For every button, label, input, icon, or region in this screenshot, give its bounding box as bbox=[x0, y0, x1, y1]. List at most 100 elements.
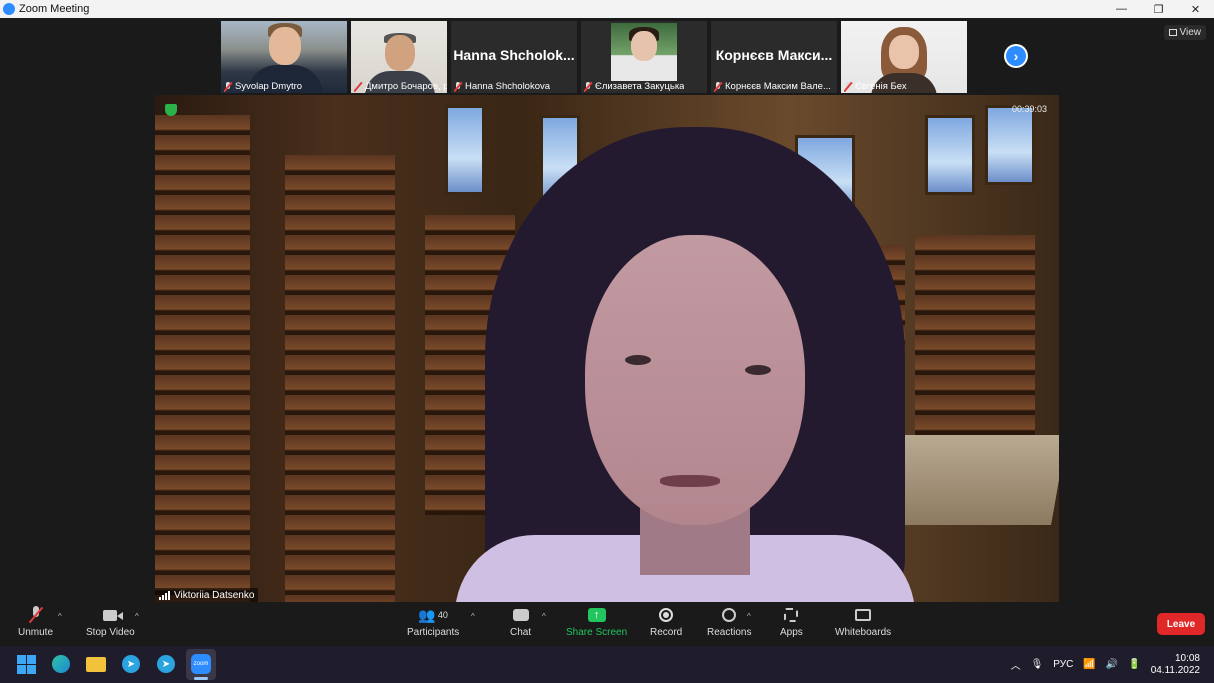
taskbar-telegram[interactable]: ➤ bbox=[121, 654, 141, 674]
participant-thumbnail[interactable]: Єлизавета Закуцька bbox=[581, 21, 707, 93]
chat-button[interactable]: Chat bbox=[510, 606, 531, 638]
chevron-up-icon[interactable]: ︿ bbox=[1011, 657, 1021, 672]
chat-label: Chat bbox=[510, 627, 532, 638]
reactions-label: Reactions bbox=[707, 627, 752, 638]
signal-strength-icon bbox=[159, 591, 170, 600]
mic-muted-icon bbox=[224, 81, 232, 92]
stop-video-button[interactable]: Stop Video bbox=[86, 606, 135, 638]
title-bar: Zoom Meeting — ❐ ✕ bbox=[0, 0, 1214, 18]
whiteboards-label: Whiteboards bbox=[835, 627, 892, 638]
participant-label: Корнєєв Максим Вале... bbox=[714, 81, 831, 92]
share-screen-label: Share Screen bbox=[566, 627, 628, 638]
window-controls: — ❐ ✕ bbox=[1103, 0, 1214, 18]
participant-thumbnail[interactable]: Syvolap Dmytro bbox=[221, 21, 347, 93]
unmute-button[interactable]: Unmute bbox=[18, 606, 53, 638]
taskbar-file-explorer[interactable] bbox=[86, 654, 106, 674]
meeting-toolbar: Unmute ^ Stop Video ^ 👥 40 Participants … bbox=[0, 602, 1214, 646]
chat-options-caret-icon[interactable]: ^ bbox=[542, 612, 546, 621]
edge-browser-icon bbox=[52, 655, 70, 673]
reactions-button[interactable]: Reactions bbox=[707, 606, 751, 638]
reactions-options-caret-icon[interactable]: ^ bbox=[747, 612, 751, 621]
zoom-logo-icon bbox=[3, 3, 15, 15]
participant-thumbnail[interactable]: Дмитро Бочаров, рек... bbox=[351, 21, 447, 93]
taskbar-edge[interactable] bbox=[51, 654, 71, 674]
apps-label: Apps bbox=[780, 627, 803, 638]
participant-name: Syvolap Dmytro bbox=[235, 81, 303, 92]
record-label: Record bbox=[650, 627, 683, 638]
unmute-label: Unmute bbox=[18, 627, 54, 638]
view-button-label: View bbox=[1179, 27, 1202, 38]
encryption-shield-icon[interactable] bbox=[165, 104, 177, 116]
participant-thumbnail[interactable]: Євгенія Бех bbox=[841, 21, 967, 93]
participant-thumbnail[interactable]: Корнєєв Макси... Корнєєв Максим Вале... bbox=[711, 21, 837, 93]
maximize-button[interactable]: ❐ bbox=[1140, 0, 1177, 18]
microphone-icon[interactable]: 🎙 bbox=[1031, 659, 1044, 670]
mic-muted-icon bbox=[29, 606, 43, 624]
folder-icon bbox=[86, 656, 106, 672]
telegram-icon: ➤ bbox=[157, 655, 175, 673]
participants-label: Participants bbox=[407, 627, 460, 638]
stop-video-label: Stop Video bbox=[86, 627, 135, 638]
participant-label: Hanna Shcholokova bbox=[454, 81, 550, 92]
mic-muted-icon bbox=[454, 81, 462, 92]
volume-icon[interactable]: 🔊 bbox=[1106, 659, 1118, 670]
participant-label: Дмитро Бочаров, рек... bbox=[354, 81, 447, 92]
participant-label: Євгенія Бех bbox=[844, 81, 907, 92]
participant-thumbnail-strip: Syvolap Dmytro Дмитро Бочаров, рек... Ha… bbox=[221, 21, 967, 93]
mic-muted-icon bbox=[584, 81, 592, 92]
video-options-caret-icon[interactable]: ^ bbox=[135, 612, 139, 621]
apps-icon bbox=[784, 608, 799, 622]
apps-button[interactable]: Apps bbox=[780, 606, 803, 638]
mic-muted-icon bbox=[844, 81, 852, 92]
meeting-timer: 00:39:03 bbox=[1011, 104, 1047, 114]
grid-view-icon bbox=[1168, 29, 1177, 36]
participants-button[interactable]: 👥 40 Participants bbox=[407, 606, 460, 639]
share-screen-button[interactable]: ↑ Share Screen bbox=[566, 606, 627, 638]
windows-logo-icon bbox=[16, 654, 36, 674]
participant-label: Єлизавета Закуцька bbox=[584, 81, 684, 92]
speaker-name: Viktoriia Datsenko bbox=[174, 590, 255, 601]
speaker-name-label: Viktoriia Datsenko bbox=[155, 588, 259, 603]
leave-button[interactable]: Leave bbox=[1157, 613, 1205, 635]
system-tray: ︿ 🎙 РУС 📶 🔊 🔋 10:08 04.11.2022 bbox=[1011, 646, 1214, 683]
clock[interactable]: 10:08 04.11.2022 bbox=[1151, 653, 1200, 677]
wifi-icon[interactable]: 📶 bbox=[1083, 659, 1095, 670]
participant-label: Syvolap Dmytro bbox=[224, 81, 302, 92]
active-app-indicator bbox=[194, 677, 208, 680]
telegram-icon: ➤ bbox=[122, 655, 140, 673]
mic-muted-icon bbox=[354, 81, 362, 92]
participant-name: Євгенія Бех bbox=[855, 81, 907, 92]
record-icon bbox=[659, 608, 674, 622]
record-button[interactable]: Record bbox=[650, 606, 682, 638]
mic-muted-icon bbox=[714, 81, 722, 92]
participants-icon: 👥 bbox=[418, 606, 436, 623]
active-speaker-video: 00:39:03 Viktoriia Datsenko bbox=[155, 95, 1059, 603]
windows-taskbar: ➤ ➤ zoom ︿ 🎙 РУС 📶 🔊 🔋 10:08 04.11.2022 bbox=[0, 646, 1214, 683]
zoom-app-icon: zoom bbox=[191, 654, 211, 674]
language-indicator[interactable]: РУС bbox=[1053, 659, 1073, 670]
audio-options-caret-icon[interactable]: ^ bbox=[58, 612, 62, 621]
share-screen-icon: ↑ bbox=[587, 608, 606, 622]
next-page-button[interactable]: › bbox=[1004, 44, 1028, 68]
participant-thumbnail[interactable]: Hanna Shcholok... Hanna Shcholokova bbox=[451, 21, 577, 93]
participant-name: Дмитро Бочаров, рек... bbox=[365, 81, 447, 92]
clock-time: 10:08 bbox=[1174, 652, 1200, 664]
whiteboards-button[interactable]: Whiteboards bbox=[835, 606, 891, 638]
close-button[interactable]: ✕ bbox=[1177, 0, 1214, 18]
smiley-icon bbox=[722, 608, 737, 622]
battery-icon[interactable]: 🔋 bbox=[1128, 659, 1140, 670]
taskbar-telegram-2[interactable]: ➤ bbox=[156, 654, 176, 674]
start-button[interactable] bbox=[16, 654, 36, 674]
taskbar-zoom[interactable]: zoom bbox=[191, 654, 211, 674]
participant-name: Корнєєв Максим Вале... bbox=[725, 81, 831, 92]
chat-icon bbox=[512, 609, 529, 621]
participant-name: Єлизавета Закуцька bbox=[595, 81, 685, 92]
participant-name: Hanna Shcholokova bbox=[465, 81, 551, 92]
window-title: Zoom Meeting bbox=[19, 3, 90, 15]
participant-display-name: Hanna Shcholok... bbox=[453, 47, 575, 63]
clock-date: 04.11.2022 bbox=[1150, 664, 1200, 676]
participants-options-caret-icon[interactable]: ^ bbox=[471, 612, 475, 621]
whiteboard-icon bbox=[855, 609, 872, 621]
minimize-button[interactable]: — bbox=[1103, 0, 1140, 18]
view-button[interactable]: View bbox=[1163, 25, 1206, 40]
